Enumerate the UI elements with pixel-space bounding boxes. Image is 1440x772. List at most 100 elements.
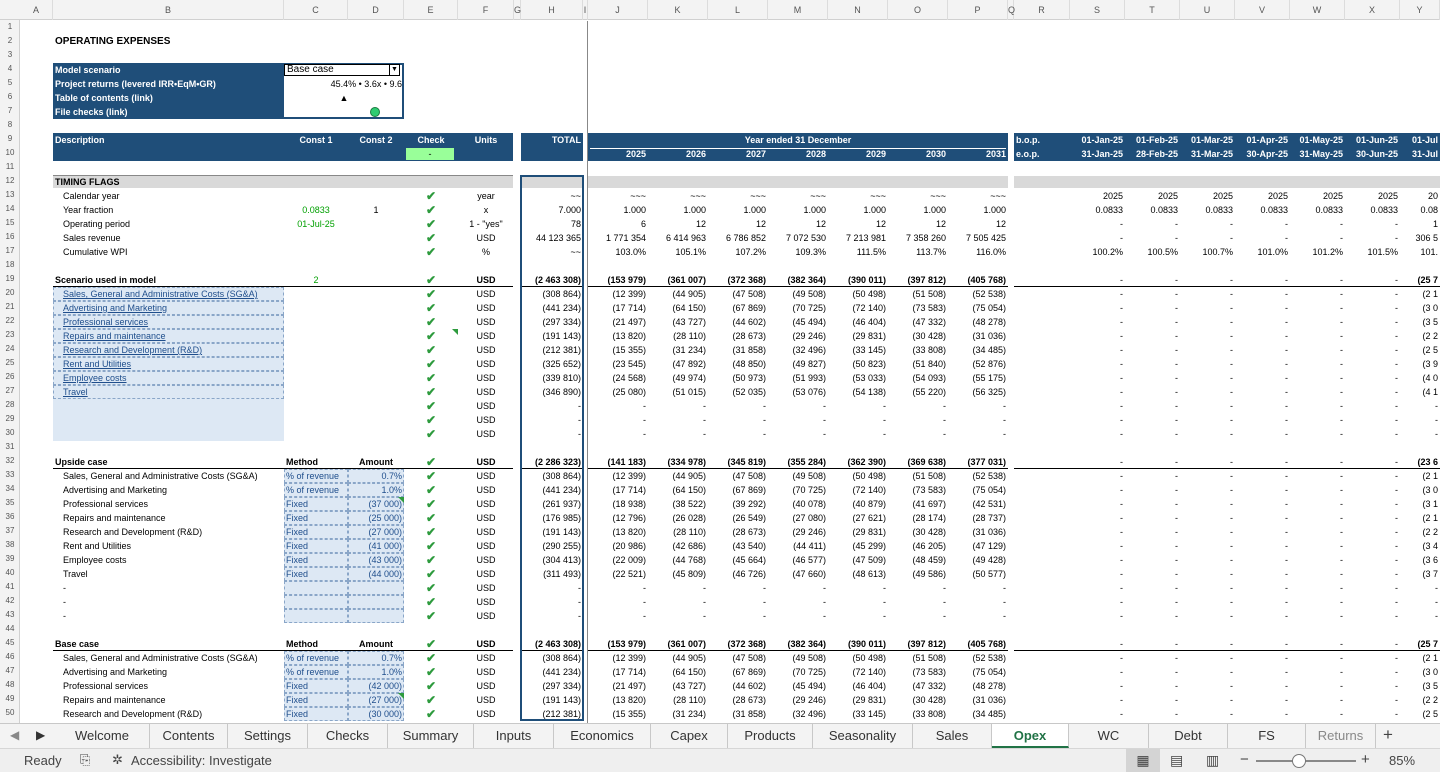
file-checks-label[interactable]: File checks (link) [53,105,284,119]
column-header-o[interactable]: O [888,0,948,20]
row-header-14[interactable]: 14 [0,202,19,216]
chevron-down-icon[interactable]: ▼ [389,65,399,75]
prev-sheet-icon[interactable]: ◀ [10,728,19,742]
column-header-e[interactable]: E [404,0,458,20]
column-header-r[interactable]: R [1014,0,1070,20]
row-header-8[interactable]: 8 [0,118,19,132]
accessibility-icon[interactable]: ✲ [112,752,123,768]
tab-products[interactable]: Products [728,724,813,748]
row-header-29[interactable]: 29 [0,412,19,426]
row-header-5[interactable]: 5 [0,76,19,90]
column-header-u[interactable]: U [1180,0,1235,20]
row-header-10[interactable]: 10 [0,146,19,160]
tab-capex[interactable]: Capex [651,724,728,748]
toc-link-arrow-icon[interactable]: ▲ [284,91,404,105]
toc-link-label[interactable]: Table of contents (link) [53,91,284,105]
row-header-45[interactable]: 45 [0,636,19,650]
row-header-11[interactable]: 11 [0,160,19,174]
comment-indicator-icon[interactable] [398,497,404,503]
row-header-31[interactable]: 31 [0,440,19,454]
row-header-32[interactable]: 32 [0,454,19,468]
row-header-18[interactable]: 18 [0,258,19,272]
column-header-h[interactable]: H [521,0,583,20]
macro-record-icon[interactable]: ⎘ [80,752,90,768]
row-header-2[interactable]: 2 [0,34,19,48]
tab-welcome[interactable]: Welcome [55,724,150,748]
row-header-23[interactable]: 23 [0,328,19,342]
comment-indicator-icon[interactable] [452,329,458,335]
accessibility-status[interactable]: Accessibility: Investigate [131,753,272,768]
row-header-44[interactable]: 44 [0,622,19,636]
column-header-p[interactable]: P [948,0,1008,20]
row-header-38[interactable]: 38 [0,538,19,552]
tab-opex[interactable]: Opex [992,724,1069,748]
row-header-25[interactable]: 25 [0,356,19,370]
column-header-k[interactable]: K [648,0,708,20]
column-header-w[interactable]: W [1290,0,1345,20]
row-header-3[interactable]: 3 [0,48,19,62]
column-header-f[interactable]: F [458,0,514,20]
comment-indicator-icon[interactable] [398,693,404,699]
file-checks-status-icon[interactable] [370,107,380,117]
row-header-37[interactable]: 37 [0,524,19,538]
tab-debt[interactable]: Debt [1149,724,1228,748]
row-header-41[interactable]: 41 [0,580,19,594]
row-header-27[interactable]: 27 [0,384,19,398]
row-header-19[interactable]: 19 [0,272,19,286]
row-header-16[interactable]: 16 [0,230,19,244]
tab-sales[interactable]: Sales [913,724,992,748]
column-header-x[interactable]: X [1345,0,1400,20]
row-header-39[interactable]: 39 [0,552,19,566]
column-header-t[interactable]: T [1125,0,1180,20]
tab-settings[interactable]: Settings [228,724,308,748]
row-header-50[interactable]: 50 [0,706,19,720]
row-header-46[interactable]: 46 [0,650,19,664]
tab-fs[interactable]: FS [1228,724,1306,748]
zoom-level[interactable]: 85% [1389,753,1415,768]
row-header-20[interactable]: 20 [0,286,19,300]
model-scenario-dropdown[interactable]: Base case ▼ [284,64,400,76]
next-sheet-icon[interactable]: ▶ [36,728,45,742]
column-header-s[interactable]: S [1070,0,1125,20]
tab-wc[interactable]: WC [1069,724,1149,748]
row-header-43[interactable]: 43 [0,608,19,622]
column-header-v[interactable]: V [1235,0,1290,20]
tab-economics[interactable]: Economics [554,724,651,748]
page-layout-view-icon[interactable]: ▤ [1170,752,1183,769]
zoom-out-icon[interactable]: − [1240,751,1249,768]
row-header-35[interactable]: 35 [0,496,19,510]
column-header-a[interactable]: A [20,0,53,20]
tab-checks[interactable]: Checks [308,724,388,748]
row-header-21[interactable]: 21 [0,300,19,314]
row-header-22[interactable]: 22 [0,314,19,328]
column-header-d[interactable]: D [348,0,404,20]
row-header-1[interactable]: 1 [0,20,19,34]
tab-inputs[interactable]: Inputs [474,724,554,748]
column-header-l[interactable]: L [708,0,768,20]
column-header-y[interactable]: Y [1400,0,1440,20]
row-header-42[interactable]: 42 [0,594,19,608]
column-header-b[interactable]: B [53,0,284,20]
tab-contents[interactable]: Contents [150,724,228,748]
column-header-g[interactable]: G [514,0,521,20]
zoom-in-icon[interactable]: + [1361,751,1370,768]
row-header-49[interactable]: 49 [0,692,19,706]
row-header-12[interactable]: 12 [0,174,19,188]
row-header-40[interactable]: 40 [0,566,19,580]
row-header-33[interactable]: 33 [0,468,19,482]
row-header-15[interactable]: 15 [0,216,19,230]
row-header-7[interactable]: 7 [0,104,19,118]
row-header-6[interactable]: 6 [0,90,19,104]
zoom-slider-thumb[interactable] [1292,754,1306,768]
row-header-48[interactable]: 48 [0,678,19,692]
sheet-grid[interactable]: OPERATING EXPENSES Model scenario Project … [21,21,1440,723]
column-header-j[interactable]: J [588,0,648,20]
page-break-view-icon[interactable]: ▥ [1206,752,1219,769]
add-sheet-icon[interactable]: + [1383,725,1393,745]
row-header-30[interactable]: 30 [0,426,19,440]
column-header-c[interactable]: C [284,0,348,20]
row-header-13[interactable]: 13 [0,188,19,202]
row-header-24[interactable]: 24 [0,342,19,356]
tab-summary[interactable]: Summary [388,724,474,748]
zoom-slider[interactable] [1256,760,1356,762]
